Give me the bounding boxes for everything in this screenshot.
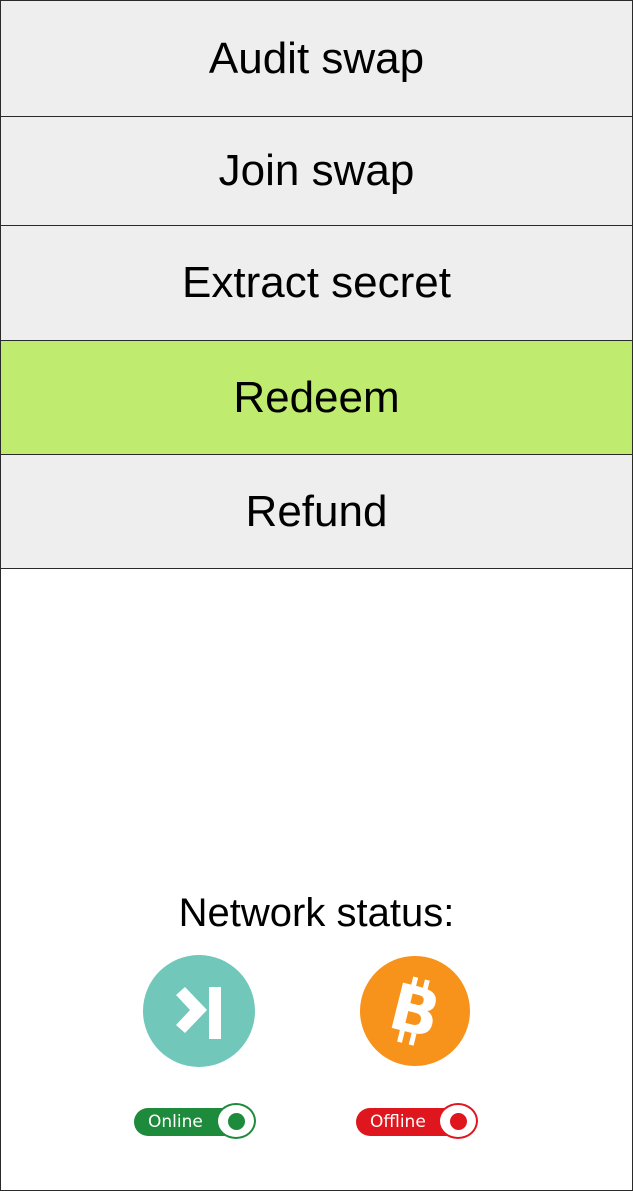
bitcoin-status-knob <box>438 1103 478 1139</box>
network-status-title: Network status: <box>178 891 455 935</box>
kaspa-status-toggle[interactable]: Online <box>134 1103 256 1139</box>
menu-item-redeem[interactable]: Redeem <box>1 341 632 455</box>
bitcoin-status-toggle[interactable]: Offline <box>356 1103 478 1139</box>
kaspa-logo-icon <box>143 955 255 1067</box>
menu-item-extract-secret[interactable]: Extract secret <box>1 226 632 341</box>
menu-item-join-swap[interactable]: Join swap <box>1 117 632 226</box>
online-dot-icon <box>227 1112 245 1130</box>
bitcoin-logo-icon: B <box>359 955 471 1067</box>
menu-item-refund[interactable]: Refund <box>1 455 632 569</box>
kaspa-status-knob <box>216 1103 256 1139</box>
offline-dot-icon <box>449 1112 467 1130</box>
menu-item-audit-swap[interactable]: Audit swap <box>1 1 632 117</box>
app-window: Audit swap Join swap Extract secret Rede… <box>0 0 633 1191</box>
swap-menu: Audit swap Join swap Extract secret Rede… <box>1 1 632 569</box>
